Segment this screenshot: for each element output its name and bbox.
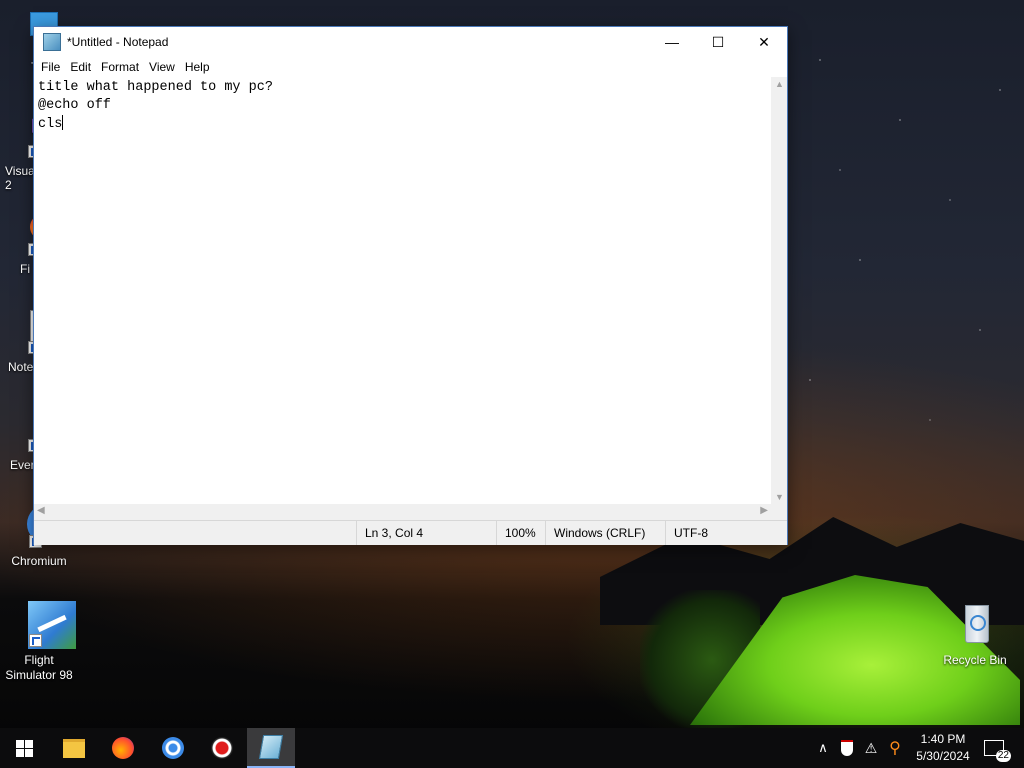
windows-security-icon: [841, 740, 853, 756]
minimize-button[interactable]: —: [649, 27, 695, 57]
taskbar-recorder[interactable]: [198, 728, 246, 768]
clock-date: 5/30/2024: [916, 749, 970, 763]
security-tray-button[interactable]: [838, 728, 856, 768]
chevron-up-icon: ∧: [818, 740, 828, 755]
status-position: Ln 3, Col 4: [356, 521, 497, 545]
window-title: *Untitled - Notepad: [67, 35, 169, 49]
notepad-icon: [43, 33, 61, 51]
vertical-scrollbar[interactable]: ▲ ▼: [771, 77, 787, 504]
start-icon: [15, 739, 33, 757]
close-button[interactable]: ✕: [741, 27, 787, 57]
scroll-left-icon[interactable]: ◀: [37, 505, 45, 516]
desktop-icon-label: Flight Simulator 98: [5, 653, 73, 682]
menu-bar: File Edit Format View Help: [34, 57, 787, 77]
scroll-up-icon[interactable]: ▲: [775, 79, 784, 89]
taskbar: ∧ ⚠ ⚲ 1:40 PM 5/30/2024 22: [0, 728, 1024, 768]
scroll-right-icon[interactable]: ▶: [760, 505, 768, 516]
recorder-icon: [211, 737, 233, 759]
maximize-button[interactable]: ☐: [695, 27, 741, 57]
menu-help[interactable]: Help: [180, 60, 215, 74]
recycle-bin-icon: [951, 601, 999, 649]
flight-simulator-icon: [15, 601, 76, 649]
text-caret: [62, 115, 64, 130]
taskbar-chromium[interactable]: [149, 728, 197, 768]
clock-time: 1:40 PM: [920, 732, 966, 746]
desktop-icon-label: Recycle Bin: [943, 653, 1007, 667]
editor-content: title what happened to my pc? @echo off …: [38, 80, 273, 132]
chromium-icon: [162, 737, 184, 759]
menu-file[interactable]: File: [36, 60, 65, 74]
desktop-icon-recycle-bin[interactable]: Recycle Bin: [937, 601, 1013, 667]
start-button[interactable]: [0, 728, 48, 768]
notification-icon: 22: [984, 740, 1011, 762]
taskbar-notepad[interactable]: [247, 728, 295, 768]
file-explorer-icon: [63, 738, 85, 758]
status-encoding: UTF-8: [665, 521, 784, 545]
network-disconnected-icon: ⚠: [864, 739, 878, 756]
menu-format[interactable]: Format: [96, 60, 144, 74]
status-line-ending: Windows (CRLF): [545, 521, 666, 545]
scroll-down-icon[interactable]: ▼: [775, 492, 784, 502]
status-zoom: 100%: [496, 521, 547, 545]
show-hidden-icons-button[interactable]: ∧: [814, 728, 832, 768]
menu-edit[interactable]: Edit: [65, 60, 96, 74]
notification-count-badge: 22: [995, 750, 1011, 762]
network-tray-button[interactable]: ⚠: [861, 728, 881, 768]
horizontal-scrollbar[interactable]: ◀ ▶: [34, 504, 771, 520]
desktop-icon-label: Chromium: [11, 554, 67, 568]
search-icon: ⚲: [889, 740, 901, 757]
taskbar-firefox[interactable]: [99, 728, 147, 768]
text-editor[interactable]: title what happened to my pc? @echo off …: [34, 77, 771, 504]
taskbar-file-explorer[interactable]: [50, 728, 98, 768]
clock[interactable]: 1:40 PM 5/30/2024: [908, 731, 978, 765]
title-bar[interactable]: *Untitled - Notepad — ☐ ✕: [34, 27, 787, 57]
firefox-icon: [112, 737, 134, 759]
notifications-button[interactable]: 22: [982, 728, 1011, 768]
search-tray-button[interactable]: ⚲: [885, 728, 905, 768]
scrollbar-corner: [771, 504, 787, 520]
notepad-window[interactable]: *Untitled - Notepad — ☐ ✕ File Edit Form…: [33, 26, 788, 545]
notepad-icon: [258, 735, 284, 759]
status-bar: Ln 3, Col 4 100% Windows (CRLF) UTF-8: [34, 520, 787, 545]
desktop-icon-flight-simulator[interactable]: Flight Simulator 98: [1, 601, 77, 683]
menu-view[interactable]: View: [144, 60, 180, 74]
